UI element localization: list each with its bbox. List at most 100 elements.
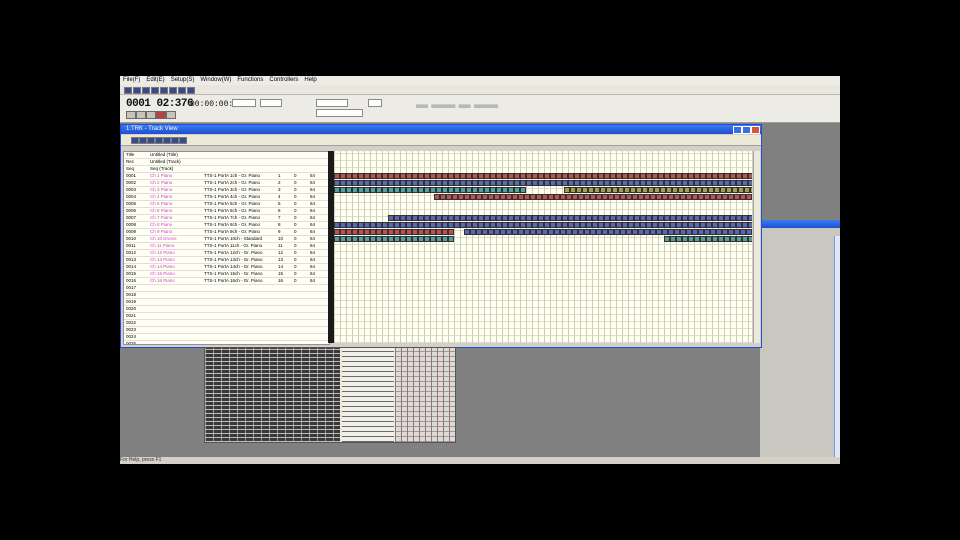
secondary-scrollbar[interactable] bbox=[834, 236, 840, 458]
pencil-tool-icon[interactable] bbox=[139, 137, 147, 144]
track-col4: 0 bbox=[294, 173, 297, 178]
track-number: 0017 bbox=[126, 285, 137, 290]
loop-tool-icon[interactable] bbox=[171, 137, 179, 144]
track-row-empty[interactable]: 0018 bbox=[124, 292, 329, 299]
track-row[interactable]: 0009 Ch 9 Piano TTS-1 PortA 9ch - Gr. Pian… bbox=[124, 229, 329, 236]
track-row-empty[interactable]: 0017 bbox=[124, 285, 329, 292]
range-field[interactable] bbox=[368, 99, 382, 107]
track-number: 0024 bbox=[126, 334, 137, 339]
track-device: TTS-1 PortA 16ch - Gr. Piano bbox=[204, 278, 263, 283]
track-row[interactable]: 0002 Ch 2 Piano TTS-1 PortA 2ch - Gr. Pian… bbox=[124, 180, 329, 187]
track-row[interactable]: 0008 Ch 8 Piano TTS-1 PortA 8ch - Gr. Pian… bbox=[124, 222, 329, 229]
menu-item[interactable]: Help bbox=[301, 77, 319, 83]
minimize-button[interactable] bbox=[733, 126, 742, 134]
track-row-empty[interactable]: 0021 bbox=[124, 313, 329, 320]
pattern-block[interactable] bbox=[748, 173, 752, 179]
open-icon[interactable] bbox=[133, 87, 141, 94]
redo-icon[interactable] bbox=[187, 87, 195, 94]
track-row-empty[interactable]: 0024 bbox=[124, 334, 329, 341]
menu-item[interactable]: Window(W) bbox=[197, 77, 234, 83]
arrangement-grid[interactable] bbox=[334, 151, 752, 343]
track-channel: 9 bbox=[278, 229, 281, 234]
new-icon[interactable] bbox=[124, 87, 132, 94]
select-tool-icon[interactable] bbox=[163, 137, 171, 144]
track-row[interactable]: 0012 Ch 12 Piano TTS-1 PortA 12ch - Gr. Pi… bbox=[124, 250, 329, 257]
key-field[interactable] bbox=[316, 99, 348, 107]
track-row[interactable]: 0014 Ch 14 Piano TTS-1 PortA 14ch - Gr. Pi… bbox=[124, 264, 329, 271]
track-col4: 0 bbox=[294, 278, 297, 283]
menu-item[interactable]: Functions bbox=[234, 77, 266, 83]
track-col4: 0 bbox=[294, 236, 297, 241]
track-device: TTS-1 PortA 1ch - Gr. Piano bbox=[204, 173, 261, 178]
track-col5: 64 bbox=[310, 180, 316, 185]
secondary-window-titlebar[interactable] bbox=[760, 220, 840, 228]
cut-icon[interactable] bbox=[151, 87, 159, 94]
play-button[interactable] bbox=[146, 111, 156, 119]
zoom-tool-icon[interactable] bbox=[155, 137, 163, 144]
track-row[interactable]: 0006 Ch 6 Piano TTS-1 PortA 6ch - Gr. Pian… bbox=[124, 208, 329, 215]
track-row[interactable]: 0003 Ch 3 Piano TTS-1 PortA 3ch - Gr. Pian… bbox=[124, 187, 329, 194]
copy-icon[interactable] bbox=[160, 87, 168, 94]
menu-item[interactable]: File(F) bbox=[120, 77, 143, 83]
track-row[interactable]: 0005 Ch 5 Piano TTS-1 PortA 5ch - Gr. Pian… bbox=[124, 201, 329, 208]
track-row[interactable]: 0001 Ch 1 Piano TTS-1 PortA 1ch - Gr. Pian… bbox=[124, 173, 329, 180]
track-row[interactable]: 0015 Ch 15 Piano TTS-1 PortA 15ch - Gr. Pi… bbox=[124, 271, 329, 278]
pattern-block[interactable] bbox=[746, 229, 752, 235]
pattern-block[interactable] bbox=[748, 215, 752, 221]
track-row[interactable]: 0011 Ch 11 Piano TTS-1 PortA 11ch - Gr. Pi… bbox=[124, 243, 329, 250]
piano-roll-keys[interactable] bbox=[205, 348, 340, 442]
pattern-block[interactable] bbox=[520, 187, 526, 193]
piano-roll-events[interactable] bbox=[395, 348, 455, 442]
track-window-scrollbar[interactable] bbox=[753, 151, 760, 343]
track-header-row[interactable]: Seq Seq (Track) bbox=[124, 166, 329, 173]
menu-item[interactable]: Controllers bbox=[266, 77, 301, 83]
track-number: 0008 bbox=[126, 222, 137, 227]
track-row[interactable]: 0007 Ch 7 Piano TTS-1 PortA 7ch - Gr. Pian… bbox=[124, 215, 329, 222]
track-row-empty[interactable]: 0020 bbox=[124, 306, 329, 313]
track-col4: 0 bbox=[294, 264, 297, 269]
track-channel: 4 bbox=[278, 194, 281, 199]
close-button[interactable] bbox=[751, 126, 760, 134]
pattern-block[interactable] bbox=[748, 236, 752, 242]
track-number: 0010 bbox=[126, 236, 137, 241]
track-row[interactable]: 0013 Ch 13 Piano TTS-1 PortA 13ch - Gr. Pi… bbox=[124, 257, 329, 264]
pointer-tool-icon[interactable] bbox=[131, 137, 139, 144]
track-row-empty[interactable]: 0025 bbox=[124, 341, 329, 344]
pattern-block[interactable] bbox=[748, 222, 752, 228]
pattern-block[interactable] bbox=[748, 180, 752, 186]
pattern-block[interactable] bbox=[750, 187, 752, 193]
track-row-empty[interactable]: 0022 bbox=[124, 320, 329, 327]
paste-icon[interactable] bbox=[169, 87, 177, 94]
track-row[interactable]: 0016 Ch 16 Piano TTS-1 PortA 16ch - Gr. Pi… bbox=[124, 278, 329, 285]
menu-item[interactable]: Setup(S) bbox=[168, 77, 198, 83]
maximize-button[interactable] bbox=[742, 126, 751, 134]
play-mode-select[interactable] bbox=[316, 109, 363, 117]
eraser-tool-icon[interactable] bbox=[147, 137, 155, 144]
menu-item[interactable]: Edit(E) bbox=[143, 77, 167, 83]
record-button[interactable] bbox=[156, 111, 166, 119]
track-name: Ch 8 Piano bbox=[150, 222, 173, 227]
stop-button[interactable] bbox=[136, 111, 146, 119]
pattern-block[interactable] bbox=[746, 194, 752, 200]
marker-tool-icon[interactable] bbox=[179, 137, 187, 144]
piano-roll-window bbox=[204, 347, 456, 443]
pattern-block[interactable] bbox=[448, 236, 454, 242]
track-header-row[interactable]: Title Untitled (Title) bbox=[124, 152, 329, 159]
track-row[interactable]: 0004 Ch 4 Piano TTS-1 PortA 4ch - Gr. Pian… bbox=[124, 194, 329, 201]
track-row-empty[interactable]: 0019 bbox=[124, 299, 329, 306]
save-icon[interactable] bbox=[142, 87, 150, 94]
fast-forward-button[interactable] bbox=[166, 111, 176, 119]
track-row-empty[interactable]: 0023 bbox=[124, 327, 329, 334]
pattern-block[interactable] bbox=[448, 229, 454, 235]
track-number: Rec bbox=[126, 159, 135, 164]
track-window-titlebar[interactable]: 1:TRK - Track View bbox=[121, 125, 761, 134]
track-header-row[interactable]: Rec Untitled (Track) bbox=[124, 159, 329, 166]
tempo-field[interactable] bbox=[232, 99, 256, 107]
piano-roll-bars[interactable] bbox=[342, 348, 394, 442]
track-channel: 16 bbox=[278, 278, 284, 283]
track-row[interactable]: 0010 Ch 10 Drums TTS-1 PortA 10ch - Standa… bbox=[124, 236, 329, 243]
undo-icon[interactable] bbox=[178, 87, 186, 94]
track-number: 0015 bbox=[126, 271, 137, 276]
rewind-button[interactable] bbox=[126, 111, 136, 119]
beat-field[interactable] bbox=[260, 99, 282, 107]
